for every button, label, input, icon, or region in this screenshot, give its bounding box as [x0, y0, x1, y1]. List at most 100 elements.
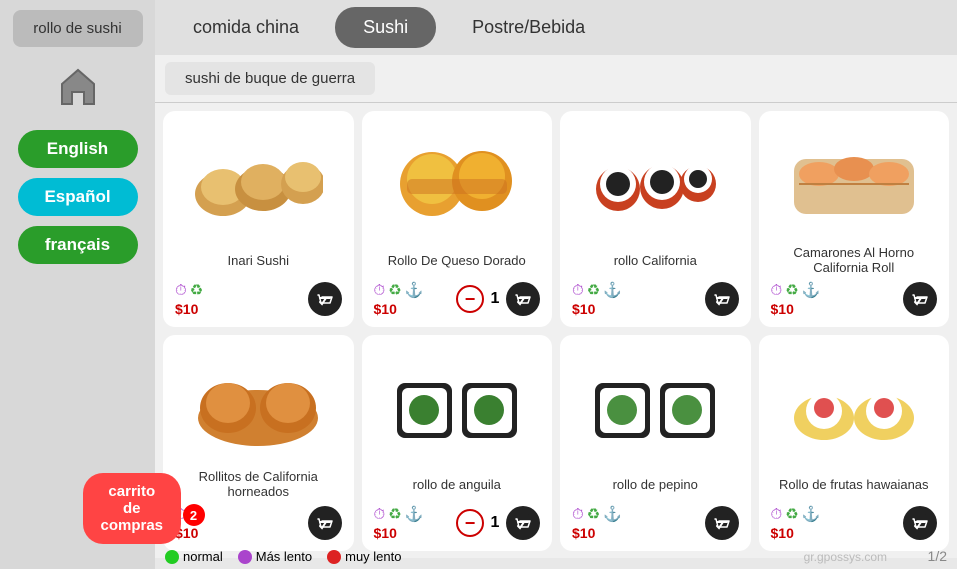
- info-icon-california: ⚓: [603, 281, 622, 299]
- language-english-button[interactable]: English: [18, 130, 138, 168]
- recycle-icon-california: ♻: [587, 281, 600, 299]
- food-icons-pepino: ⏱ ♻ ⚓: [572, 505, 622, 523]
- timer-icon-inari: ⏱: [175, 282, 187, 299]
- qty-minus-anguila[interactable]: −: [456, 509, 484, 537]
- recycle-icon-hawaianas: ♻: [785, 505, 798, 523]
- add-to-cart-inari[interactable]: [308, 282, 342, 316]
- timer-icon-queso-dorado: ⏱: [374, 282, 386, 299]
- food-image-rollitos-california: [171, 343, 346, 463]
- sidebar: rollo de sushi English Español français …: [0, 0, 155, 569]
- info-icon-anguila: ⚓: [405, 505, 424, 523]
- subcategory-bar: sushi de buque de guerra: [155, 55, 957, 103]
- qty-minus-queso-dorado[interactable]: −: [456, 285, 484, 313]
- info-icon-camarones: ⚓: [802, 281, 821, 299]
- timer-icon-camarones: ⏱: [771, 282, 783, 299]
- subcategory-item[interactable]: sushi de buque de guerra: [165, 62, 375, 95]
- food-image-anguila: [370, 343, 545, 463]
- add-to-cart-california[interactable]: [705, 282, 739, 316]
- food-actions-camarones: ⏱ ♻ ⚓ $10: [767, 279, 942, 319]
- tab-comida-china[interactable]: comida china: [165, 7, 327, 48]
- food-icons-camarones: ⏱ ♻ ⚓: [771, 281, 821, 299]
- watermark: gr.gpossys.com: [804, 550, 887, 564]
- food-card-california: rollo California ⏱ ♻ ⚓ $10: [560, 111, 751, 327]
- food-name-camarones: Camarones Al Horno California Roll: [767, 244, 942, 276]
- food-icons-anguila: ⏱ ♻ ⚓: [374, 505, 424, 523]
- tab-sushi[interactable]: Sushi: [335, 7, 436, 48]
- language-spanish-button[interactable]: Español: [18, 178, 138, 216]
- add-to-cart-hawaianas[interactable]: [903, 506, 937, 540]
- food-card-queso-dorado: Rollo De Queso Dorado ⏱ ♻ ⚓ $10 − 1: [362, 111, 553, 327]
- qty-value-queso-dorado: 1: [488, 290, 502, 308]
- legend-very-slow: muy lento: [327, 549, 401, 564]
- food-price-anguila: $10: [374, 525, 424, 541]
- food-name-hawaianas: Rollo de frutas hawaianas: [779, 468, 929, 500]
- recycle-icon-anguila: ♻: [388, 505, 401, 523]
- food-card-inari: Inari Sushi ⏱ ♻ $10: [163, 111, 354, 327]
- qty-control-anguila: − 1: [456, 509, 502, 537]
- food-price-camarones: $10: [771, 301, 821, 317]
- food-actions-pepino: ⏱ ♻ ⚓ $10: [568, 503, 743, 543]
- food-name-pepino: rollo de pepino: [613, 468, 698, 500]
- info-icon-pepino: ⚓: [603, 505, 622, 523]
- food-image-pepino: [568, 343, 743, 463]
- legend-slower: Más lento: [238, 549, 312, 564]
- food-name-queso-dorado: Rollo De Queso Dorado: [388, 244, 526, 276]
- food-grid: Inari Sushi ⏱ ♻ $10: [155, 103, 957, 558]
- food-card-camarones: Camarones Al Horno California Roll ⏱ ♻ ⚓…: [759, 111, 950, 327]
- food-icons-hawaianas: ⏱ ♻ ⚓: [771, 505, 821, 523]
- info-icon-hawaianas: ⚓: [802, 505, 821, 523]
- legend-normal-dot: [165, 550, 179, 564]
- food-name-california: rollo California: [614, 244, 697, 276]
- recycle-icon-camarones: ♻: [785, 281, 798, 299]
- tab-postre-bebida[interactable]: Postre/Bebida: [444, 7, 613, 48]
- cart-badge: 2: [183, 504, 205, 526]
- food-actions-hawaianas: ⏱ ♻ ⚓ $10: [767, 503, 942, 543]
- food-image-hawaianas: [767, 343, 942, 463]
- recycle-icon-queso-dorado: ♻: [388, 281, 401, 299]
- page-indicator: 1/2: [928, 548, 947, 564]
- food-price-hawaianas: $10: [771, 525, 821, 541]
- add-to-cart-camarones[interactable]: [903, 282, 937, 316]
- food-price-california: $10: [572, 301, 622, 317]
- sidebar-category-sushi[interactable]: rollo de sushi: [13, 10, 143, 47]
- food-image-queso-dorado: [370, 119, 545, 239]
- food-image-inari: [171, 119, 346, 239]
- food-price-inari: $10: [175, 301, 203, 317]
- timer-icon-california: ⏱: [572, 282, 584, 299]
- food-icons-queso-dorado: ⏱ ♻ ⚓: [374, 281, 424, 299]
- language-french-button[interactable]: français: [18, 226, 138, 264]
- recycle-icon-pepino: ♻: [587, 505, 600, 523]
- food-name-anguila: rollo de anguila: [413, 468, 501, 500]
- legend-very-slow-dot: [327, 550, 341, 564]
- food-card-hawaianas: Rollo de frutas hawaianas ⏱ ♻ ⚓ $10: [759, 335, 950, 551]
- add-to-cart-queso-dorado[interactable]: [506, 282, 540, 316]
- add-to-cart-pepino[interactable]: [705, 506, 739, 540]
- top-tab-bar: comida china Sushi Postre/Bebida: [155, 0, 957, 55]
- qty-value-anguila: 1: [488, 514, 502, 532]
- food-image-california: [568, 119, 743, 239]
- cart-button[interactable]: carrito de compras: [83, 473, 182, 544]
- add-to-cart-rollitos-california[interactable]: [308, 506, 342, 540]
- home-icon[interactable]: [54, 62, 102, 120]
- info-icon-queso-dorado: ⚓: [405, 281, 424, 299]
- recycle-icon-inari: ♻: [190, 281, 203, 299]
- add-to-cart-anguila[interactable]: [506, 506, 540, 540]
- legend-slower-label: Más lento: [256, 549, 312, 564]
- food-actions-inari: ⏱ ♻ $10: [171, 279, 346, 319]
- legend-very-slow-label: muy lento: [345, 549, 401, 564]
- qty-control-queso-dorado: − 1: [456, 285, 502, 313]
- food-name-rollitos-california: Rollitos de California horneados: [171, 468, 346, 500]
- food-actions-california: ⏱ ♻ ⚓ $10: [568, 279, 743, 319]
- legend-normal: normal: [165, 549, 223, 564]
- food-icons-california: ⏱ ♻ ⚓: [572, 281, 622, 299]
- food-card-pepino: rollo de pepino ⏱ ♻ ⚓ $10: [560, 335, 751, 551]
- food-card-anguila: rollo de anguila ⏱ ♻ ⚓ $10 − 1: [362, 335, 553, 551]
- food-icons-inari: ⏱ ♻: [175, 281, 203, 299]
- food-actions-queso-dorado: ⏱ ♻ ⚓ $10 − 1: [370, 279, 545, 319]
- food-price-pepino: $10: [572, 525, 622, 541]
- legend-slower-dot: [238, 550, 252, 564]
- legend-normal-label: normal: [183, 549, 223, 564]
- food-price-queso-dorado: $10: [374, 301, 424, 317]
- food-actions-anguila: ⏱ ♻ ⚓ $10 − 1: [370, 503, 545, 543]
- food-image-camarones: [767, 119, 942, 239]
